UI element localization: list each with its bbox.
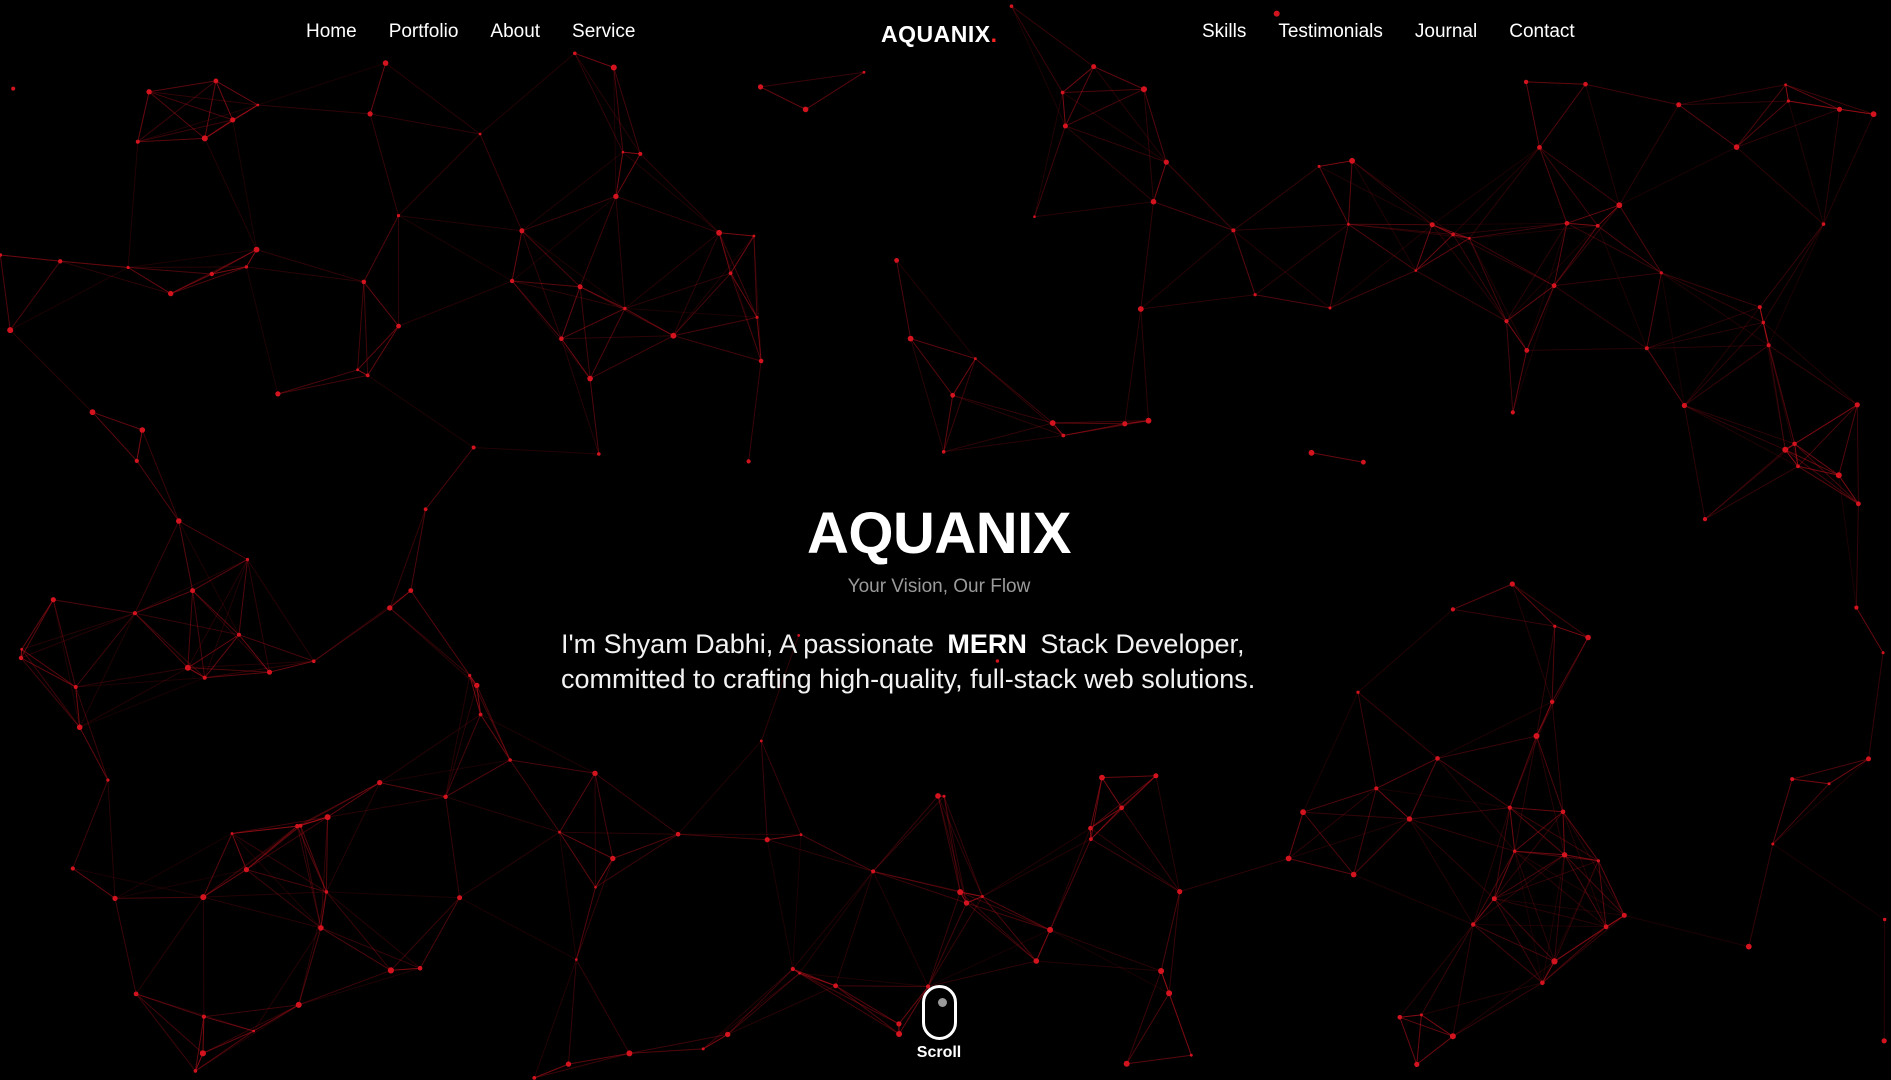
brand-dot: . [990, 21, 998, 47]
scroll-label: Scroll [916, 1044, 962, 1061]
nav-link-service[interactable]: Service [572, 21, 635, 43]
hero-subtitle: Your Vision, Our Flow [847, 576, 1031, 597]
nav-link-journal[interactable]: Journal [1415, 21, 1477, 43]
nav-link-testimonials[interactable]: Testimonials [1278, 21, 1383, 43]
hero-section: AQUANIX Your Vision, Our Flow I'm Shyam … [0, 0, 1891, 1080]
hero-title: AQUANIX [807, 501, 1071, 566]
intro-highlight: MERN [947, 629, 1027, 659]
nav-link-contact[interactable]: Contact [1509, 21, 1574, 43]
nav-left-group: Home Portfolio About Service [306, 21, 635, 43]
top-navigation: Home Portfolio About Service AQUANIX. Sk… [0, 0, 1891, 66]
nav-link-home[interactable]: Home [306, 21, 357, 43]
mouse-icon [921, 985, 957, 1040]
nav-link-portfolio[interactable]: Portfolio [389, 21, 459, 43]
nav-right-group: Skills Testimonials Journal Contact [1202, 21, 1575, 43]
hero-intro-text: I'm Shyam Dabhi, A passionate MERN Stack… [561, 627, 1361, 697]
intro-prefix: I'm Shyam Dabhi, A passionate [561, 629, 934, 659]
brand-name: AQUANIX [881, 21, 991, 47]
brand-logo[interactable]: AQUANIX. [881, 21, 997, 48]
scroll-indicator[interactable]: Scroll [915, 985, 963, 1062]
nav-link-about[interactable]: About [490, 21, 540, 43]
mouse-wheel-dot [937, 998, 947, 1007]
nav-link-skills[interactable]: Skills [1202, 21, 1246, 43]
